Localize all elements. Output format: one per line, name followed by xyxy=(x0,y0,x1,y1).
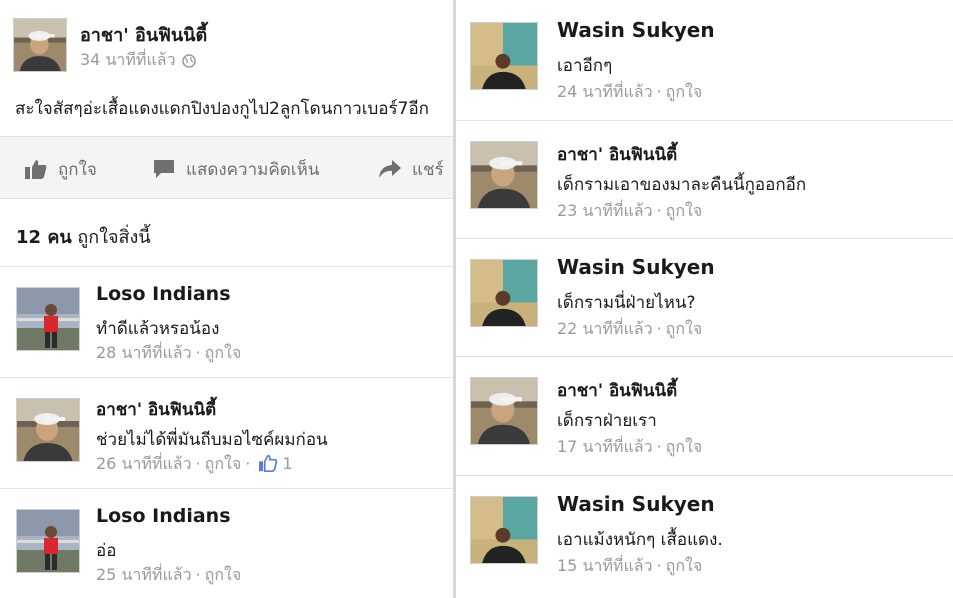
comment-button-label: แสดงความคิดเห็น xyxy=(186,159,320,180)
commenter-avatar[interactable] xyxy=(16,398,80,462)
avatar-image-selfie xyxy=(471,497,537,563)
post-panel: อาชา' อินฟินนิตี้ 34 นาทีที่แล้ว สะใจสัส… xyxy=(0,0,453,598)
comment-like-link[interactable]: ถูกใจ xyxy=(205,565,242,584)
comment-time: 17 นาทีที่แล้ว xyxy=(557,437,653,456)
comment-item: อาชา' อินฟินนิตี้ เด็กรามเอาของมาละคืนนี… xyxy=(456,121,953,239)
avatar-image-selfie xyxy=(471,260,537,326)
comment-text: เด็กรามนี่ฝ่ายไหน? xyxy=(557,293,696,313)
avatar-image-cap xyxy=(17,399,79,461)
comment-text: เด็กรามเอาของมาละคืนนี้กูออกอีก xyxy=(557,175,807,195)
comment-like-link[interactable]: ถูกใจ xyxy=(205,343,242,362)
comment-meta: 26 นาทีที่แล้ว · ถูกใจ · 1 xyxy=(96,452,293,477)
post-timestamp: 34 นาทีที่แล้ว xyxy=(80,48,196,73)
comment-time: 23 นาทีที่แล้ว xyxy=(557,201,653,220)
commenter-avatar[interactable] xyxy=(470,22,538,90)
comment-meta: 22 นาทีที่แล้ว · ถูกใจ xyxy=(557,317,702,342)
comment-icon xyxy=(154,160,174,178)
separator-dot: · xyxy=(656,82,662,101)
separator-dot: · xyxy=(195,565,201,584)
separator-dot: · xyxy=(195,454,201,473)
comment-item: Loso Indians ทำดีแล้วหรอน้อง 28 นาทีที่แ… xyxy=(0,267,453,377)
thumbs-up-icon[interactable] xyxy=(258,454,278,472)
commenter-name[interactable]: Loso Indians xyxy=(96,505,231,527)
commenter-name[interactable]: Wasin Sukyen xyxy=(557,255,715,279)
separator-dot: · xyxy=(195,343,201,362)
comment-meta: 23 นาทีที่แล้ว · ถูกใจ xyxy=(557,199,702,224)
post-author-avatar[interactable] xyxy=(13,18,67,72)
comment-like-link[interactable]: ถูกใจ xyxy=(205,454,242,473)
comment-item: อาชา' อินฟินนิตี้ ช่วยไม่ได้พี่มันถีบมอไ… xyxy=(0,378,453,488)
share-button-label: แชร์ xyxy=(412,159,444,180)
separator-dot: · xyxy=(656,437,662,456)
commenter-name[interactable]: อาชา' อินฟินนิตี้ xyxy=(96,396,216,423)
comment-text: เอาแม้งหนักๆ เสื้อแดง. xyxy=(557,530,723,550)
comment-like-count[interactable]: 1 xyxy=(282,454,292,473)
comment-time: 15 นาทีที่แล้ว xyxy=(557,556,653,575)
commenter-avatar[interactable] xyxy=(16,287,80,351)
comment-text: ทำดีแล้วหรอน้อง xyxy=(96,319,220,339)
separator-dot: · xyxy=(656,319,662,338)
separator-dot: · xyxy=(656,556,662,575)
commenter-name[interactable]: Loso Indians xyxy=(96,283,231,305)
comment-like-link[interactable]: ถูกใจ xyxy=(666,556,703,575)
comment-item: อาชา' อินฟินนิตี้ เด็กราฝ่ายเรา 17 นาทีท… xyxy=(456,357,953,475)
comment-like-link[interactable]: ถูกใจ xyxy=(666,437,703,456)
comment-meta: 17 นาทีที่แล้ว · ถูกใจ xyxy=(557,435,702,460)
commenter-avatar[interactable] xyxy=(470,141,538,209)
avatar-image-red-shirt xyxy=(17,288,79,350)
comment-meta: 24 นาทีที่แล้ว · ถูกใจ xyxy=(557,80,702,105)
likes-summary[interactable]: 12 คน ถูกใจสิ่งนี้ xyxy=(16,222,151,251)
commenter-avatar[interactable] xyxy=(470,496,538,564)
separator-dot: · xyxy=(656,201,662,220)
like-button[interactable]: ถูกใจ xyxy=(24,155,97,183)
commenter-avatar[interactable] xyxy=(470,377,538,445)
commenter-name[interactable]: Wasin Sukyen xyxy=(557,492,715,516)
comment-time: 28 นาทีที่แล้ว xyxy=(96,343,192,362)
comment-text: อ่อ xyxy=(96,541,117,561)
comment-meta: 25 นาทีที่แล้ว · ถูกใจ xyxy=(96,563,241,588)
separator-dot: · xyxy=(245,454,251,473)
commenter-avatar[interactable] xyxy=(470,259,538,327)
avatar-image-selfie xyxy=(471,23,537,89)
share-arrow-icon xyxy=(379,160,401,178)
avatar-image-red-shirt xyxy=(17,510,79,572)
comment-like-link[interactable]: ถูกใจ xyxy=(666,319,703,338)
comments-panel: Wasin Sukyen เอาอีกๆ 24 นาทีที่แล้ว · ถูกใ… xyxy=(456,0,953,598)
globe-icon xyxy=(181,53,196,68)
comment-meta: 28 นาทีที่แล้ว · ถูกใจ xyxy=(96,341,241,366)
comment-time: 25 นาทีที่แล้ว xyxy=(96,565,192,584)
avatar-image-cap xyxy=(14,19,66,71)
comment-text: เด็กราฝ่ายเรา xyxy=(557,411,657,431)
comment-button[interactable]: แสดงความคิดเห็น xyxy=(152,155,319,183)
comment-item: Wasin Sukyen เอาแม้งหนักๆ เสื้อแดง. 15 น… xyxy=(456,476,953,594)
avatar-image-cap xyxy=(471,378,537,444)
like-button-label: ถูกใจ xyxy=(58,159,97,180)
comment-item: Wasin Sukyen เอาอีกๆ 24 นาทีที่แล้ว · ถูกใ… xyxy=(456,2,953,120)
comment-like-link[interactable]: ถูกใจ xyxy=(666,82,703,101)
comment-like-link[interactable]: ถูกใจ xyxy=(666,201,703,220)
comment-time: 26 นาทีที่แล้ว xyxy=(96,454,192,473)
thumbs-up-icon xyxy=(25,160,47,179)
commenter-name[interactable]: Wasin Sukyen xyxy=(557,18,715,42)
share-button[interactable]: แชร์ xyxy=(378,155,444,183)
commenter-avatar[interactable] xyxy=(16,509,80,573)
comment-time: 24 นาทีที่แล้ว xyxy=(557,82,653,101)
comment-text: ช่วยไม่ได้พี่มันถีบมอไซค์ผมก่อน xyxy=(96,430,328,450)
comment-item: Loso Indians อ่อ 25 นาทีที่แล้ว · ถูกใจ xyxy=(0,489,453,598)
post-action-bar: ถูกใจ แสดงความคิดเห็น แชร์ xyxy=(0,136,453,199)
likes-summary-text: ถูกใจสิ่งนี้ xyxy=(77,227,151,248)
commenter-name[interactable]: อาชา' อินฟินนิตี้ xyxy=(557,141,677,168)
commenter-name[interactable]: อาชา' อินฟินนิตี้ xyxy=(557,377,677,404)
comment-meta: 15 นาทีที่แล้ว · ถูกใจ xyxy=(557,554,702,579)
comment-text: เอาอีกๆ xyxy=(557,56,613,76)
comment-item: Wasin Sukyen เด็กรามนี่ฝ่ายไหน? 22 นาทีท… xyxy=(456,239,953,357)
avatar-image-cap xyxy=(471,142,537,208)
post-time: 34 นาทีที่แล้ว xyxy=(80,50,176,69)
post-text: สะใจสัสๆอ่ะเสื้อแดงแดกปิงปองกูไป2ลูกโดนก… xyxy=(15,99,429,119)
post-author-name[interactable]: อาชา' อินฟินนิตี้ xyxy=(80,20,207,49)
comment-time: 22 นาทีที่แล้ว xyxy=(557,319,653,338)
likes-count: 12 คน xyxy=(16,227,72,248)
